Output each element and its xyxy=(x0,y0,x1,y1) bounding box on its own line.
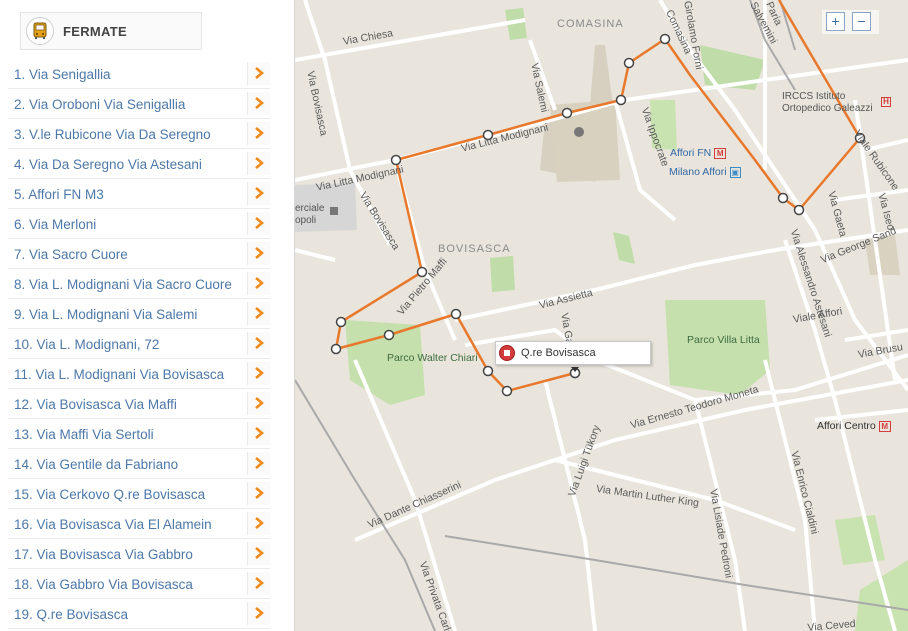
stop-item[interactable]: 7. Via Sacro Cuore xyxy=(8,239,270,269)
stop-item[interactable]: 8. Via L. Modignani Via Sacro Cuore xyxy=(8,269,270,299)
stop-label[interactable]: 9. Via L. Modignani Via Salemi xyxy=(14,307,197,322)
chevron-right-icon[interactable] xyxy=(247,572,270,595)
stop-item[interactable]: 3. V.le Rubicone Via Da Seregno xyxy=(8,119,270,149)
stops-sidebar: FERMATE 1. Via Senigallia 2. Via Oroboni … xyxy=(0,0,295,631)
stop-label[interactable]: 16. Via Bovisasca Via El Alamein xyxy=(14,517,212,532)
stop-label[interactable]: 17. Via Bovisasca Via Gabbro xyxy=(14,547,193,562)
stop-label[interactable]: 10. Via L. Modignani, 72 xyxy=(14,337,159,352)
zoom-out-button[interactable]: − xyxy=(852,12,871,31)
station-milano-affori: Milano Affori ▣ xyxy=(669,166,741,178)
school-icon xyxy=(574,127,584,137)
chevron-right-icon[interactable] xyxy=(247,362,270,385)
stop-label[interactable]: 3. V.le Rubicone Via Da Seregno xyxy=(14,127,211,142)
stop-item[interactable]: 19. Q.re Bovisasca xyxy=(8,599,270,629)
station-affori-centro: Affori Centro M xyxy=(817,420,891,432)
hospital-icon: H xyxy=(881,97,891,107)
chevron-right-icon[interactable] xyxy=(247,152,270,175)
station-affori-fn: Affori FN M xyxy=(670,147,727,159)
shopping-icon xyxy=(330,207,338,215)
stop-label[interactable]: 14. Via Gentile da Fabriano xyxy=(14,457,178,472)
chevron-right-icon[interactable] xyxy=(247,602,270,625)
popup-label: Q.re Bovisasca xyxy=(521,347,596,359)
chevron-right-icon[interactable] xyxy=(247,272,270,295)
chevron-right-icon[interactable] xyxy=(247,182,270,205)
chevron-right-icon[interactable] xyxy=(247,392,270,415)
stop-list: 1. Via Senigallia 2. Via Oroboni Via Seni… xyxy=(8,59,270,629)
stop-popup[interactable]: Q.re Bovisasca xyxy=(495,341,651,365)
stop-label[interactable]: 2. Via Oroboni Via Senigallia xyxy=(14,97,185,112)
chevron-right-icon[interactable] xyxy=(247,92,270,115)
chevron-right-icon[interactable] xyxy=(247,242,270,265)
park-label-walter-chiari: Parco Walter Chiari xyxy=(387,352,478,364)
train-icon: ▣ xyxy=(729,166,741,178)
stop-label[interactable]: 13. Via Maffi Via Sertoli xyxy=(14,427,154,442)
stop-label[interactable]: 6. Via Merloni xyxy=(14,217,96,232)
fermate-header: FERMATE xyxy=(20,12,202,50)
stop-item[interactable]: 10. Via L. Modignani, 72 xyxy=(8,329,270,359)
stop-item[interactable]: 15. Via Cerkovo Q.re Bovisasca xyxy=(8,479,270,509)
stop-label[interactable]: 11. Via L. Modignani Via Bovisasca xyxy=(14,367,224,382)
stop-label[interactable]: 7. Via Sacro Cuore xyxy=(14,247,128,262)
stop-item[interactable]: 6. Via Merloni xyxy=(8,209,270,239)
stop-item[interactable]: 11. Via L. Modignani Via Bovisasca xyxy=(8,359,270,389)
area-label-comasina: COMASINA xyxy=(557,18,624,30)
chevron-right-icon[interactable] xyxy=(247,512,270,535)
zoom-controls: + − xyxy=(822,10,879,34)
stop-item[interactable]: 9. Via L. Modignani Via Salemi xyxy=(8,299,270,329)
stop-label[interactable]: 8. Via L. Modignani Via Sacro Cuore xyxy=(14,277,232,292)
stop-pin-icon xyxy=(499,345,515,361)
zoom-in-button[interactable]: + xyxy=(826,12,845,31)
stop-label[interactable]: 12. Via Bovisasca Via Maffi xyxy=(14,397,177,412)
stop-label[interactable]: 18. Via Gabbro Via Bovisasca xyxy=(14,577,193,592)
chevron-right-icon[interactable] xyxy=(247,302,270,325)
metro-icon: M xyxy=(714,147,727,159)
chevron-right-icon[interactable] xyxy=(247,212,270,235)
park-label-villa-litta: Parco Villa Litta xyxy=(687,334,760,346)
stop-item[interactable]: 1. Via Senigallia xyxy=(8,59,270,89)
chevron-right-icon[interactable] xyxy=(247,422,270,445)
map-view[interactable]: COMASINA BOVISASCA Parco Walter Chiari P… xyxy=(295,0,908,631)
fermate-title: FERMATE xyxy=(63,24,127,39)
stop-label[interactable]: 1. Via Senigallia xyxy=(14,67,111,82)
stop-item[interactable]: 17. Via Bovisasca Via Gabbro xyxy=(8,539,270,569)
stop-label[interactable]: 15. Via Cerkovo Q.re Bovisasca xyxy=(14,487,205,502)
stop-item[interactable]: 13. Via Maffi Via Sertoli xyxy=(8,419,270,449)
chevron-right-icon[interactable] xyxy=(247,482,270,505)
chevron-right-icon[interactable] xyxy=(247,332,270,355)
stop-item[interactable]: 4. Via Da Seregno Via Astesani xyxy=(8,149,270,179)
stop-item[interactable]: 5. Affori FN M3 xyxy=(8,179,270,209)
bus-icon xyxy=(26,17,54,45)
metro-icon: M xyxy=(878,420,891,432)
stop-item[interactable]: 14. Via Gentile da Fabriano xyxy=(8,449,270,479)
chevron-right-icon[interactable] xyxy=(247,452,270,475)
stop-item[interactable]: 18. Via Gabbro Via Bovisasca xyxy=(8,569,270,599)
chevron-right-icon[interactable] xyxy=(247,122,270,145)
bus-stop-marker-icon[interactable] xyxy=(567,364,583,380)
stop-item[interactable]: 16. Via Bovisasca Via El Alamein xyxy=(8,509,270,539)
stop-label[interactable]: 19. Q.re Bovisasca xyxy=(14,607,128,622)
area-label-bovisasca: BOVISASCA xyxy=(438,243,511,255)
stop-label[interactable]: 5. Affori FN M3 xyxy=(14,187,104,202)
stop-item[interactable]: 2. Via Oroboni Via Senigallia xyxy=(8,89,270,119)
poi-commerciale: erciale opoli xyxy=(295,203,325,226)
chevron-right-icon[interactable] xyxy=(247,542,270,565)
park-villa-litta-area xyxy=(665,300,770,395)
poi-irccs: IRCCS Istituto Ortopedico Galeazzi xyxy=(782,91,873,114)
stop-item[interactable]: 12. Via Bovisasca Via Maffi xyxy=(8,389,270,419)
stop-label[interactable]: 4. Via Da Seregno Via Astesani xyxy=(14,157,202,172)
chevron-right-icon[interactable] xyxy=(247,62,270,85)
